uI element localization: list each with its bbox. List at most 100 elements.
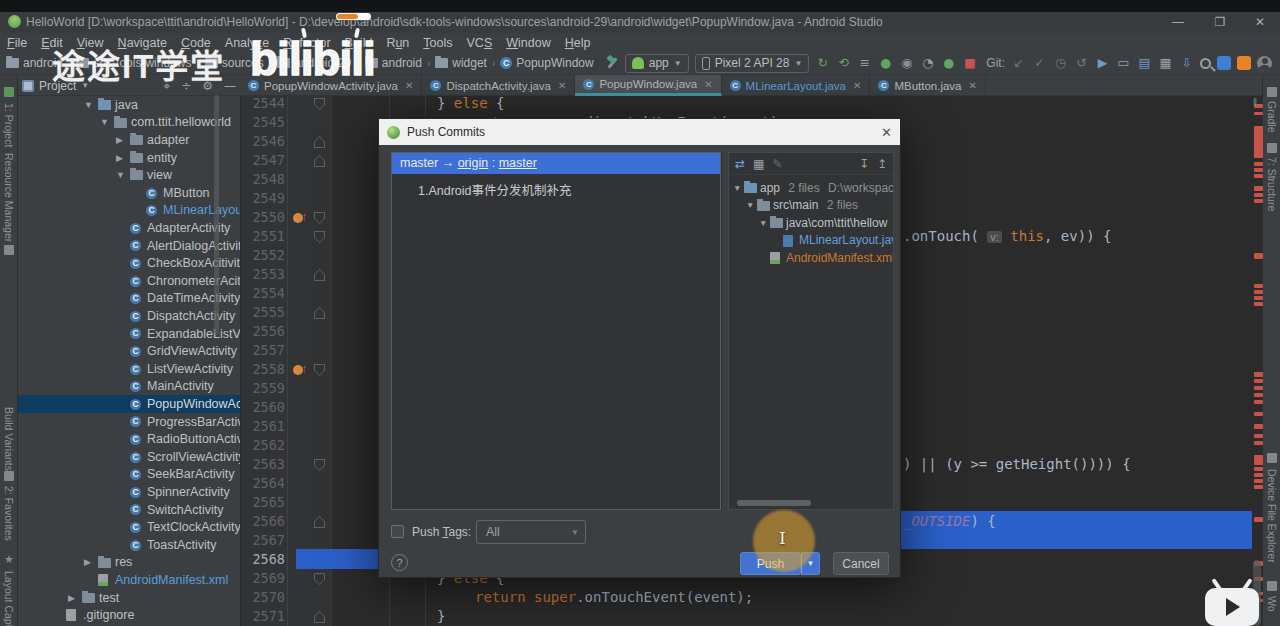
override-marker-icon[interactable] — [293, 212, 311, 224]
branch-row[interactable]: master → origin : master — [392, 153, 720, 174]
apply-changes-icon[interactable]: ↻ — [815, 55, 830, 71]
android-project-icon[interactable] — [4, 87, 14, 97]
error-stripe-mark[interactable] — [1254, 379, 1263, 383]
menu-tools[interactable]: Tools — [416, 36, 459, 50]
tab-close-icon[interactable]: ✕ — [969, 80, 977, 91]
tree-item-TextClockActivity[interactable]: CTextClockActivity — [18, 518, 240, 536]
tree-item-ToastActivity[interactable]: CToastActivity — [18, 536, 240, 554]
device-explorer-icon[interactable] — [1267, 453, 1277, 463]
tree-item-GridViewActivity[interactable]: CGridViewActivity — [18, 342, 240, 360]
tree-item-res[interactable]: ▶res — [18, 554, 240, 572]
fold-marker-icon[interactable] — [314, 98, 325, 110]
breadcrumb-widget[interactable]: widget — [435, 56, 487, 70]
changed-file-app[interactable]: ▼app 2 files D:\workspace\ — [729, 179, 894, 197]
tree-item-ExpandableListView[interactable]: CExpandableListView — [18, 325, 240, 343]
cancel-button[interactable]: Cancel — [833, 552, 889, 575]
tree-collapsed-icon[interactable]: ▶ — [116, 135, 126, 145]
error-stripe-mark[interactable] — [1254, 199, 1263, 203]
history-icon[interactable]: ◷ — [1053, 55, 1068, 71]
edit-icon[interactable]: ✎ — [772, 157, 782, 171]
tree-collapsed-icon[interactable]: ▶ — [84, 557, 94, 567]
error-stripe-mark[interactable] — [1254, 162, 1263, 166]
error-stripe-mark[interactable] — [1254, 302, 1263, 306]
error-stripe-mark[interactable] — [1254, 441, 1263, 445]
tree-item-MainActivity[interactable]: CMainActivity — [18, 378, 240, 396]
stripe-Wo[interactable]: Wo — [1266, 596, 1278, 612]
stripe-Build Variants[interactable]: Build Variants — [3, 407, 15, 471]
menu-file[interactable]: File — [0, 36, 34, 50]
error-stripe-mark[interactable] — [1254, 296, 1263, 300]
run-config-selector[interactable]: app▼ — [625, 54, 689, 73]
stripe-Resource Manager[interactable]: Resource Manager — [3, 153, 15, 242]
stripe-Layout Captures[interactable]: Layout Captures — [3, 571, 15, 626]
error-stripe-mark[interactable] — [1254, 168, 1263, 172]
changed-file-MLinearLayout.java[interactable]: MLinearLayout.java — [729, 232, 894, 250]
device-manager-icon[interactable]: ▤ — [1137, 55, 1152, 71]
gradle-icon[interactable] — [1267, 87, 1277, 97]
changed-file-java\com\ttit\hellow[interactable]: ▼java\com\ttit\hellow — [729, 214, 894, 232]
override-marker-icon[interactable] — [293, 364, 311, 376]
project-tree[interactable]: ▼java▼com.ttit.helloworld▶adapter▶entity… — [18, 96, 240, 626]
fold-marker-icon[interactable] — [314, 231, 325, 243]
grid-icon[interactable] — [1267, 581, 1277, 591]
tree-expanded-icon[interactable]: ▼ — [733, 183, 741, 193]
device-selector[interactable]: Pixel 2 API 28▼ — [695, 54, 810, 73]
avd-manager-icon[interactable]: ▭ — [1116, 55, 1131, 71]
tree-expanded-icon[interactable]: ▼ — [100, 117, 110, 127]
attach-debugger-icon[interactable]: ● — [941, 55, 956, 71]
tree-item-ProgressBarActivity[interactable]: CProgressBarActivity — [18, 413, 240, 431]
maximize-button[interactable]: ❐ — [1200, 12, 1240, 32]
error-stripe-mark[interactable] — [1254, 186, 1263, 191]
error-stripe-mark[interactable] — [1254, 253, 1263, 259]
fold-marker-icon[interactable] — [314, 459, 325, 471]
tree-item-CheckBoxAcitivity[interactable]: CCheckBoxAcitivity — [18, 254, 240, 272]
fold-marker-icon[interactable] — [314, 307, 325, 319]
search-everywhere-icon[interactable] — [1200, 58, 1211, 69]
annotations-icon[interactable]: ‖ — [1253, 98, 1261, 107]
tab-MButton.java[interactable]: CMButton.java✕ — [870, 75, 986, 96]
error-stripe-mark[interactable] — [1254, 461, 1263, 465]
sync-project-icon[interactable]: ▶ — [1095, 55, 1110, 71]
stripe-Gradle[interactable]: Gradle — [1266, 101, 1278, 133]
error-stripe-mark[interactable] — [1254, 434, 1263, 438]
tree-item-SwitchActivity[interactable]: CSwitchActivity — [18, 501, 240, 519]
menu-run[interactable]: Run — [379, 36, 416, 50]
error-stripe-mark[interactable] — [1254, 400, 1263, 404]
rollback-icon[interactable]: ↺ — [1074, 55, 1089, 71]
fold-marker-icon[interactable] — [314, 573, 325, 585]
error-stripe-mark[interactable] — [1254, 479, 1263, 483]
error-stripe-mark[interactable] — [1254, 126, 1263, 158]
close-button[interactable]: ✕ — [1240, 12, 1280, 32]
tab-DispatchActivity.java[interactable]: CDispatchActivity.java✕ — [422, 75, 575, 96]
tree-item-RadioButtonActivity[interactable]: CRadioButtonActivity — [18, 430, 240, 448]
push-tags-checkbox[interactable] — [391, 525, 404, 538]
error-stripe-mark[interactable] — [1254, 372, 1263, 377]
tree-expanded-icon[interactable]: ▼ — [759, 218, 767, 228]
error-stripe-mark[interactable] — [1254, 393, 1263, 397]
tree-item-ChronometerAcitvity[interactable]: CChronometerAcitvity — [18, 272, 240, 290]
tree-item-test[interactable]: ▶test — [18, 589, 240, 607]
layout-inspector-icon[interactable]: ▦ — [1158, 55, 1173, 71]
menu-window[interactable]: Window — [499, 36, 557, 50]
resource-manager-icon[interactable] — [4, 245, 14, 255]
stripe-7: Structure[interactable]: 7: Structure — [1266, 157, 1278, 211]
breadcrumb-PopupWindow[interactable]: CPopupWindow — [500, 56, 593, 70]
build-hammer-icon[interactable] — [605, 56, 619, 70]
tree-item-AlertDialogActivity[interactable]: CAlertDialogActivity — [18, 237, 240, 255]
tree-expanded-icon[interactable]: ▼ — [84, 100, 94, 110]
error-stripe-mark[interactable] — [1254, 517, 1263, 522]
error-stripe-mark[interactable] — [1254, 112, 1263, 115]
tree-item-view[interactable]: ▼view — [18, 166, 240, 184]
project-tree-scrollbar[interactable] — [214, 95, 219, 335]
expand-all-icon[interactable]: ↧ — [859, 157, 869, 171]
build-variants-icon[interactable] — [4, 471, 14, 481]
apply-code-changes-icon[interactable]: ⟲ — [836, 55, 851, 71]
tree-item-DispatchActivity[interactable]: CDispatchActivity — [18, 307, 240, 325]
changed-file-AndroidManifest.xml[interactable]: AndroidManifest.xml — [729, 249, 894, 267]
error-stripe-mark[interactable] — [1254, 386, 1263, 390]
tab-PopupWindow.java[interactable]: CPopupWindow.java✕ — [575, 75, 721, 96]
stripe-1: Project[interactable]: 1: Project — [3, 103, 15, 147]
run-configurations-icon[interactable]: ≡ — [857, 55, 872, 71]
tree-item-MButton[interactable]: CMButton — [18, 184, 240, 202]
profiler-icon[interactable]: ◔ — [920, 55, 935, 71]
